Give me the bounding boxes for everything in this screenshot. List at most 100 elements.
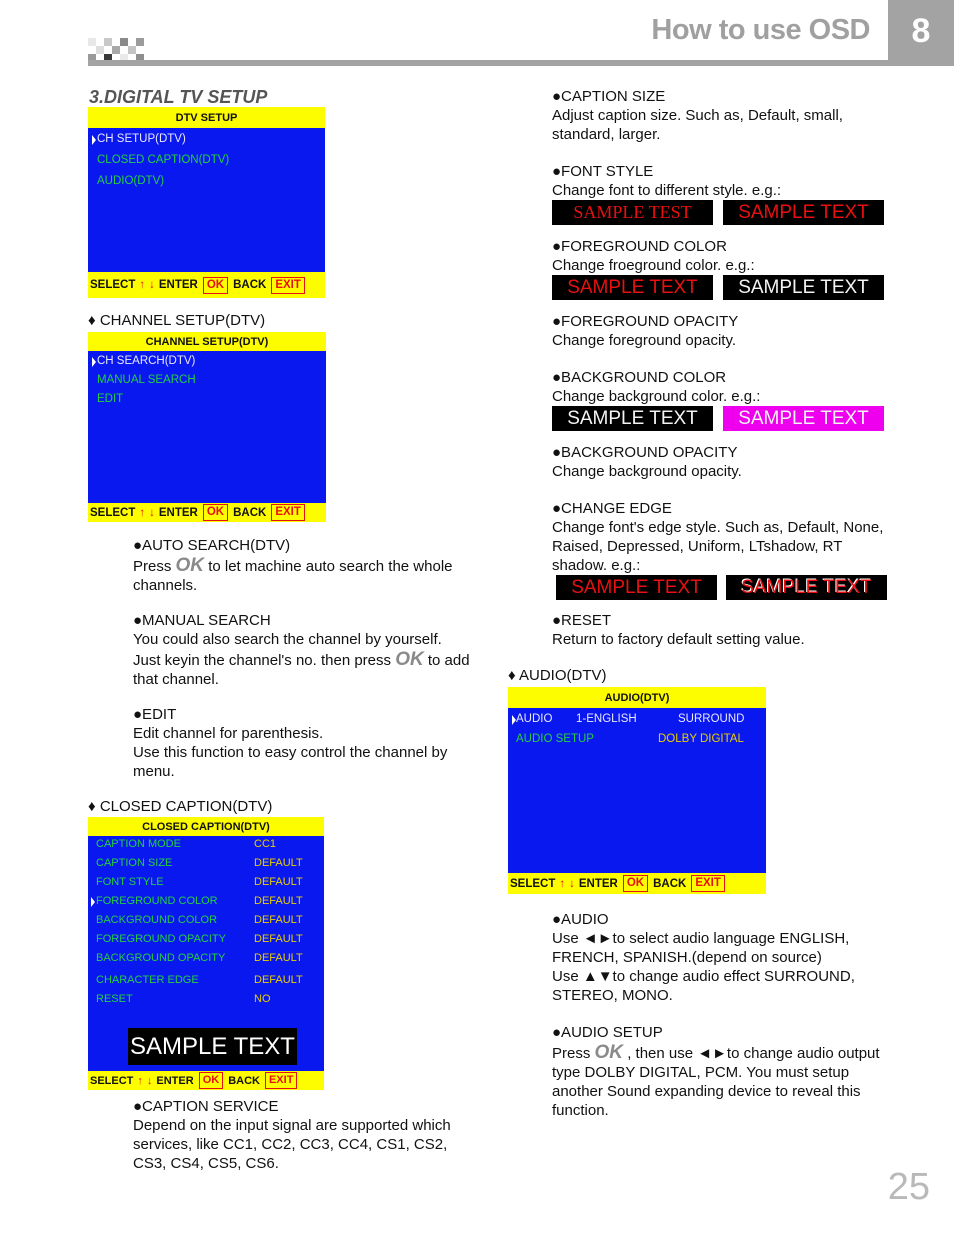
channel-setup-heading: ♦ CHANNEL SETUP(DTV) [88,312,266,329]
select-label: SELECT [90,279,136,291]
cc-row-value: DEFAULT [254,952,303,964]
audio-title: ●AUDIO [552,911,609,928]
audio-setup-title: ●AUDIO SETUP [552,1024,663,1041]
ok-key[interactable]: OK [198,1072,224,1089]
cc-row-label[interactable]: FOREGROUND COLOR [96,895,218,907]
dtv-setup-menu: DTV SETUP CH SETUP(DTV) CLOSED CAPTION(D… [88,107,325,298]
cc-row-value: DEFAULT [254,895,303,907]
header-logo-pattern [88,38,144,62]
up-arrow-icon: ↑ [137,1074,143,1087]
sample-bg-black: SAMPLE TEXT [552,406,713,431]
exit-key[interactable]: EXIT [271,504,305,521]
sample-bg-magenta: SAMPLE TEXT [723,406,884,431]
osd-footer: SELECT ↑ ↓ ENTER OK BACK EXIT [88,1071,324,1090]
audio-setup-desc: ●AUDIO SETUP Press OK , then use ◄►to ch… [552,1023,892,1120]
foreground-color-desc: ●FOREGROUND COLOR Change froeground colo… [552,237,882,275]
desc-text: Use this function to easy control the ch… [133,744,448,780]
menu-item[interactable]: CH SEARCH(DTV) [97,355,195,367]
exit-key[interactable]: EXIT [264,1072,298,1089]
audio-menu: AUDIO(DTV) AUDIO 1-ENGLISH SURROUND AUDI… [508,687,766,894]
page-number: 25 [887,1166,930,1208]
osd-title: CLOSED CAPTION(DTV) [88,817,324,836]
back-label: BACK [228,1074,260,1087]
up-arrow-icon: ↑ [559,877,566,890]
cc-row-value: DEFAULT [254,933,303,945]
desc-text: Return to factory default setting value. [552,631,805,648]
ok-key-label: OK [594,1042,624,1063]
desc-text: Change background opacity. [552,463,742,480]
sample-fg-red: SAMPLE TEXT [552,275,713,300]
osd-title: CHANNEL SETUP(DTV) [88,332,326,351]
desc-text: You could also search the channel by you… [133,631,442,648]
up-arrow-icon: ↑ [139,506,146,519]
down-arrow-icon: ↓ [569,877,575,890]
enter-label: ENTER [578,877,618,890]
closed-caption-heading: ♦ CLOSED CAPTION(DTV) [88,798,273,815]
menu-item-audio[interactable]: AUDIO [516,713,552,725]
menu-item-audio-setup[interactable]: AUDIO SETUP [516,733,594,745]
menu-item[interactable]: CLOSED CAPTION(DTV) [97,154,229,166]
menu-item[interactable]: AUDIO(DTV) [97,175,164,187]
osd-title: DTV SETUP [88,107,325,128]
menu-item[interactable]: EDIT [97,393,123,405]
foreground-color-title: ●FOREGROUND COLOR [552,238,727,255]
background-color-desc: ●BACKGROUND COLOR Change background colo… [552,368,882,406]
ok-key[interactable]: OK [622,875,649,892]
cc-row-label[interactable]: CAPTION SIZE [96,857,172,869]
cc-row-label[interactable]: RESET [96,993,133,1005]
exit-key[interactable]: EXIT [271,276,305,294]
desc-text: Press [133,558,172,575]
edit-title: ●EDIT [133,706,177,723]
cc-row-label[interactable]: FOREGROUND OPACITY [96,933,226,945]
cc-row-label[interactable]: BACKGROUND OPACITY [96,952,225,964]
cc-row-label[interactable]: FONT STYLE [96,876,164,888]
ok-key[interactable]: OK [202,276,229,294]
sample-serif-red: SAMPLE TEST [552,200,713,225]
osd-footer: SELECT ↑ ↓ ENTER OK BACK EXIT [88,503,326,522]
audio-effect-value: SURROUND [678,713,745,725]
background-opacity-title: ●BACKGROUND OPACITY [552,444,738,461]
back-label: BACK [653,877,687,890]
caption-service-title: ●CAPTION SERVICE [133,1098,279,1115]
header-rule [88,60,888,66]
foreground-opacity-desc: ●FOREGROUND OPACITY Change foreground op… [552,312,882,350]
osd-title: AUDIO(DTV) [508,687,766,708]
enter-label: ENTER [158,506,198,519]
desc-text: Press [552,1045,591,1062]
down-arrow-icon: ↓ [149,506,155,519]
sample-fg-white: SAMPLE TEXT [723,275,884,300]
audio-language-value: 1-ENGLISH [576,713,637,725]
enter-label: ENTER [156,1074,194,1087]
auto-search-desc: ●AUTO SEARCH(DTV) Press OK to let machin… [133,536,473,595]
osd-footer: SELECT ↑ ↓ ENTER OK BACK EXIT [508,873,766,894]
cc-row-label[interactable]: BACKGROUND COLOR [96,914,217,926]
cc-row-value: NO [254,993,271,1005]
cc-row-value: DEFAULT [254,914,303,926]
reset-title: ●RESET [552,612,612,629]
sample-text-preview: SAMPLE TEXT [128,1028,297,1065]
cc-row-value: DEFAULT [254,857,303,869]
font-style-desc: ●FONT STYLE Change font to different sty… [552,162,882,200]
foreground-opacity-title: ●FOREGROUND OPACITY [552,313,739,330]
select-label: SELECT [510,877,556,890]
cursor-icon [92,357,96,367]
manual-search-desc: ●MANUAL SEARCH You could also search the… [133,611,473,689]
cc-row-value: DEFAULT [254,974,303,986]
menu-item[interactable]: CH SETUP(DTV) [97,133,186,145]
exit-key[interactable]: EXIT [691,875,725,892]
caption-size-desc: ●CAPTION SIZE Adjust caption size. Such … [552,87,872,144]
cc-row-value: CC1 [254,838,277,850]
chapter-tab: 8 [888,0,954,66]
font-style-title: ●FONT STYLE [552,163,654,180]
ok-key[interactable]: OK [202,504,229,521]
desc-text: Change foreground opacity. [552,332,737,349]
section-title: 3.DIGITAL TV SETUP [89,87,268,107]
change-edge-desc: ●CHANGE EDGE Change font's edge style. S… [552,499,887,575]
cc-row-label[interactable]: CHARACTER EDGE [96,974,199,986]
desc-text: Change background color. e.g.: [552,388,761,405]
menu-item[interactable]: MANUAL SEARCH [97,374,196,386]
cursor-icon [92,135,96,145]
desc-text: Just keyin the channel's no. then press [133,652,392,669]
cc-row-label[interactable]: CAPTION MODE [96,838,181,850]
ok-key-label: OK [175,555,205,576]
